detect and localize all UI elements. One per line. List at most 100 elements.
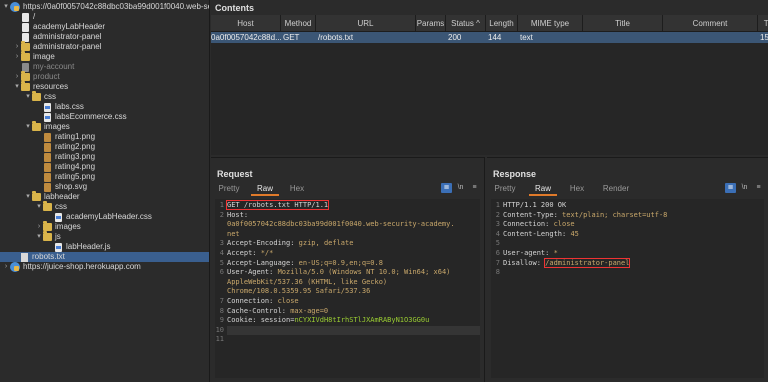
- response-title: Response: [493, 169, 537, 179]
- tree-item[interactable]: rating5.png: [0, 172, 95, 182]
- column-params[interactable]: Params: [416, 15, 446, 32]
- request-editor[interactable]: 1 GET /robots.txt HTTP/1.1 2 Host: 0a0f00570…: [215, 199, 480, 378]
- request-tab-pretty[interactable]: Pretty: [217, 182, 241, 196]
- expand-toggle-icon[interactable]: ▾: [13, 82, 21, 92]
- folder-icon: [43, 201, 52, 211]
- tree-item[interactable]: my-account: [0, 62, 74, 72]
- cell-params: [418, 32, 446, 43]
- tree-item[interactable]: ▾ images: [0, 121, 70, 132]
- tree-item[interactable]: rating2.png: [0, 142, 95, 152]
- menu-icon[interactable]: ≡: [753, 183, 764, 193]
- tree-item[interactable]: labsEcommerce.css: [0, 112, 127, 122]
- header-name: Accept-Encoding:: [227, 239, 299, 248]
- expand-toggle-icon[interactable]: ›: [13, 42, 21, 52]
- tree-item-label: https://0a0f0057042c88dbc03ba99d001f0040…: [23, 2, 210, 11]
- line-number: 9: [219, 316, 224, 325]
- header-value: 45: [570, 229, 579, 238]
- tree-item[interactable]: › administrator-panel: [0, 41, 101, 52]
- tree-item[interactable]: › image: [0, 51, 55, 62]
- tree-item[interactable]: ▾ https://0a0f0057042c88dbc03ba99d001f004…: [0, 2, 210, 12]
- header-value: 0a0f0057042c88dbc03ba99d001f0040.web-sec…: [227, 220, 455, 229]
- expand-toggle-icon[interactable]: ▾: [2, 2, 10, 12]
- tree-item[interactable]: ▾ css: [0, 91, 56, 102]
- expand-toggle-icon[interactable]: ›: [2, 262, 10, 272]
- image-file-icon: [44, 162, 51, 172]
- tree-item[interactable]: academyLabHeader: [0, 22, 105, 32]
- tree-item[interactable]: robots.txt: [0, 252, 209, 262]
- line-number: 7: [219, 297, 224, 305]
- line-number: 1: [219, 201, 224, 209]
- column-status[interactable]: Status ^: [446, 15, 486, 32]
- request-tab-raw[interactable]: Raw: [251, 182, 279, 196]
- column-url[interactable]: URL: [316, 15, 416, 32]
- tree-item[interactable]: academyLabHeader.css: [0, 212, 152, 222]
- tree-item[interactable]: ▾ css: [0, 201, 67, 212]
- pretty-print-icon[interactable]: ≣: [441, 183, 452, 193]
- column-time[interactable]: Time: [758, 15, 768, 32]
- response-editor[interactable]: 1 HTTP/1.1 200 OK 2 Content-Type: text/plai…: [491, 199, 764, 378]
- pretty-print-icon[interactable]: ≣: [725, 183, 736, 193]
- tree-item[interactable]: ▾ js: [0, 231, 61, 242]
- tree-item[interactable]: › images: [0, 221, 81, 232]
- expand-toggle-icon[interactable]: ›: [35, 222, 43, 232]
- request-tab-hex[interactable]: Hex: [287, 182, 307, 196]
- column-comment[interactable]: Comment: [663, 15, 758, 32]
- globe-icon: [10, 262, 20, 272]
- expand-toggle-icon[interactable]: ▾: [35, 232, 43, 242]
- tree-item-label: robots.txt: [32, 252, 65, 261]
- cell-time: 15: [760, 33, 768, 42]
- expand-toggle-icon[interactable]: ▾: [24, 192, 32, 202]
- tree-item[interactable]: rating1.png: [0, 132, 95, 142]
- header-value: close: [553, 220, 575, 229]
- column-host[interactable]: Host: [211, 15, 281, 32]
- line-number: 11: [215, 335, 224, 344]
- expand-toggle-icon[interactable]: ▾: [24, 122, 32, 132]
- tree-item[interactable]: /: [0, 12, 35, 22]
- tree-item[interactable]: labHeader.js: [0, 242, 110, 252]
- response-tab-raw[interactable]: Raw: [529, 182, 557, 196]
- expand-toggle-icon[interactable]: ▾: [35, 202, 43, 212]
- column-method[interactable]: Method: [281, 15, 316, 32]
- column-title[interactable]: Title: [583, 15, 663, 32]
- tree-item-label: rating4.png: [55, 162, 96, 171]
- site-map-tree[interactable]: ▾ https://0a0f0057042c88dbc03ba99d001f004…: [0, 0, 210, 382]
- folder-icon: [21, 51, 30, 61]
- tree-item[interactable]: › product: [0, 71, 60, 82]
- code-line: Connection: close: [227, 297, 299, 305]
- newline-toggle-icon[interactable]: \n: [455, 183, 466, 193]
- tree-item[interactable]: labs.css: [0, 102, 84, 112]
- newline-toggle-icon[interactable]: \n: [739, 183, 750, 193]
- line-number: 8: [219, 306, 224, 315]
- response-tab-pretty[interactable]: Pretty: [493, 182, 517, 196]
- column-status-label: Status: [451, 19, 474, 28]
- request-tabs: Pretty Raw Hex ≣ \n ≡: [211, 182, 484, 196]
- column-length[interactable]: Length: [486, 15, 518, 32]
- menu-icon[interactable]: ≡: [469, 183, 480, 193]
- tree-item[interactable]: rating3.png: [0, 152, 95, 162]
- response-tab-render[interactable]: Render: [601, 182, 631, 196]
- expand-toggle-icon[interactable]: ›: [13, 52, 21, 62]
- tree-item[interactable]: ▾ labheader: [0, 191, 80, 202]
- tree-item[interactable]: shop.svg: [0, 182, 87, 192]
- code-line: Content-Length: 45: [503, 230, 579, 238]
- expand-toggle-icon[interactable]: ▾: [24, 92, 32, 102]
- expand-toggle-icon[interactable]: ›: [13, 72, 21, 82]
- tree-item-label: labHeader.js: [66, 242, 111, 251]
- tree-item-label: images: [55, 222, 81, 231]
- folder-icon: [43, 231, 52, 241]
- response-tab-hex[interactable]: Hex: [567, 182, 587, 196]
- header-value: close: [277, 297, 299, 305]
- table-row[interactable]: 0a0f0057042c88d... GET /robots.txt 200 1…: [211, 32, 768, 43]
- column-mime[interactable]: MIME type: [518, 15, 583, 32]
- tree-item[interactable]: rating4.png: [0, 162, 95, 172]
- tree-item[interactable]: › https://juice-shop.herokuapp.com: [0, 262, 141, 272]
- contents-table[interactable]: Host Method URL Params Status ^ Length M…: [211, 15, 768, 155]
- header-name: Accept:: [227, 249, 261, 257]
- header-value: text/plain; charset=utf-8: [562, 210, 668, 219]
- tree-item[interactable]: administrator-panel: [0, 32, 101, 42]
